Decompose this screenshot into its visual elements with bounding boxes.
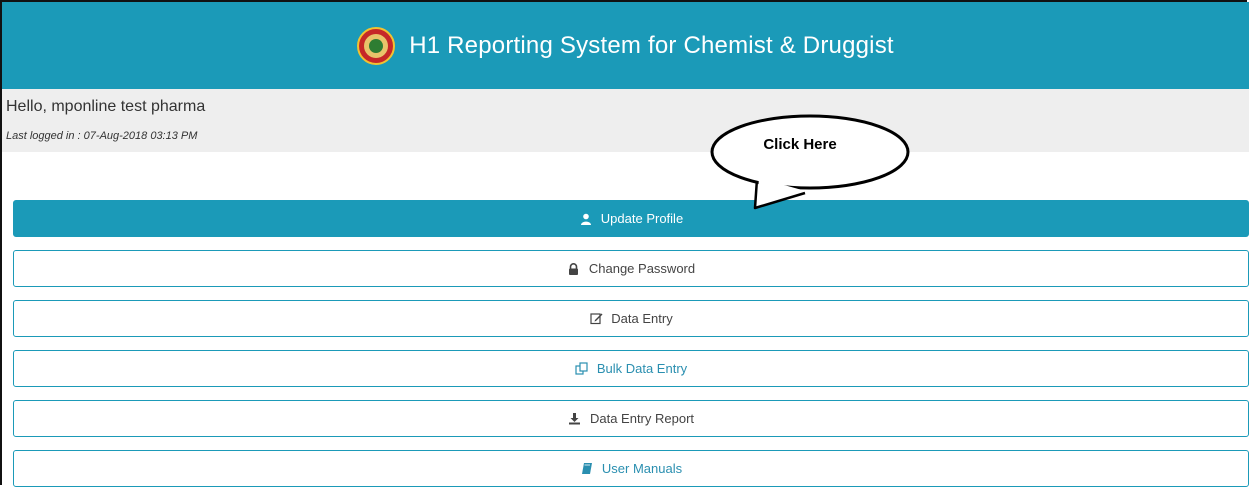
callout-text: Click Here	[763, 136, 837, 153]
user-icon	[579, 212, 593, 226]
bulk-data-entry-button[interactable]: Bulk Data Entry	[13, 350, 1249, 387]
user-info-bar: Hello, mponline test pharma Last logged …	[2, 89, 1249, 152]
book-icon	[580, 462, 594, 476]
user-manuals-label: User Manuals	[601, 461, 683, 476]
app-header: H1 Reporting System for Chemist & Druggi…	[2, 2, 1249, 89]
user-greeting: Hello, mponline test pharma	[6, 98, 206, 115]
change-password-label: Change Password	[588, 261, 696, 276]
last-login-text: Last logged in : 07-Aug-2018 03:13 PM	[6, 130, 198, 142]
update-profile-button[interactable]: Update Profile	[13, 200, 1249, 237]
edit-icon	[589, 312, 603, 326]
lock-icon	[567, 262, 581, 276]
page-title: H1 Reporting System for Chemist & Druggi…	[409, 31, 894, 59]
emblem-logo-icon	[357, 26, 396, 65]
change-password-button[interactable]: Change Password	[13, 250, 1249, 287]
data-entry-label: Data Entry	[611, 311, 673, 326]
data-entry-report-label: Data Entry Report	[589, 411, 695, 426]
update-profile-label: Update Profile	[600, 211, 684, 226]
user-manuals-button[interactable]: User Manuals	[13, 450, 1249, 487]
bulk-data-entry-label: Bulk Data Entry	[596, 361, 688, 376]
copy-icon	[575, 362, 589, 376]
data-entry-button[interactable]: Data Entry	[13, 300, 1249, 337]
download-icon	[568, 412, 582, 426]
click-here-callout: Click Here	[705, 112, 920, 214]
data-entry-report-button[interactable]: Data Entry Report	[13, 400, 1249, 437]
